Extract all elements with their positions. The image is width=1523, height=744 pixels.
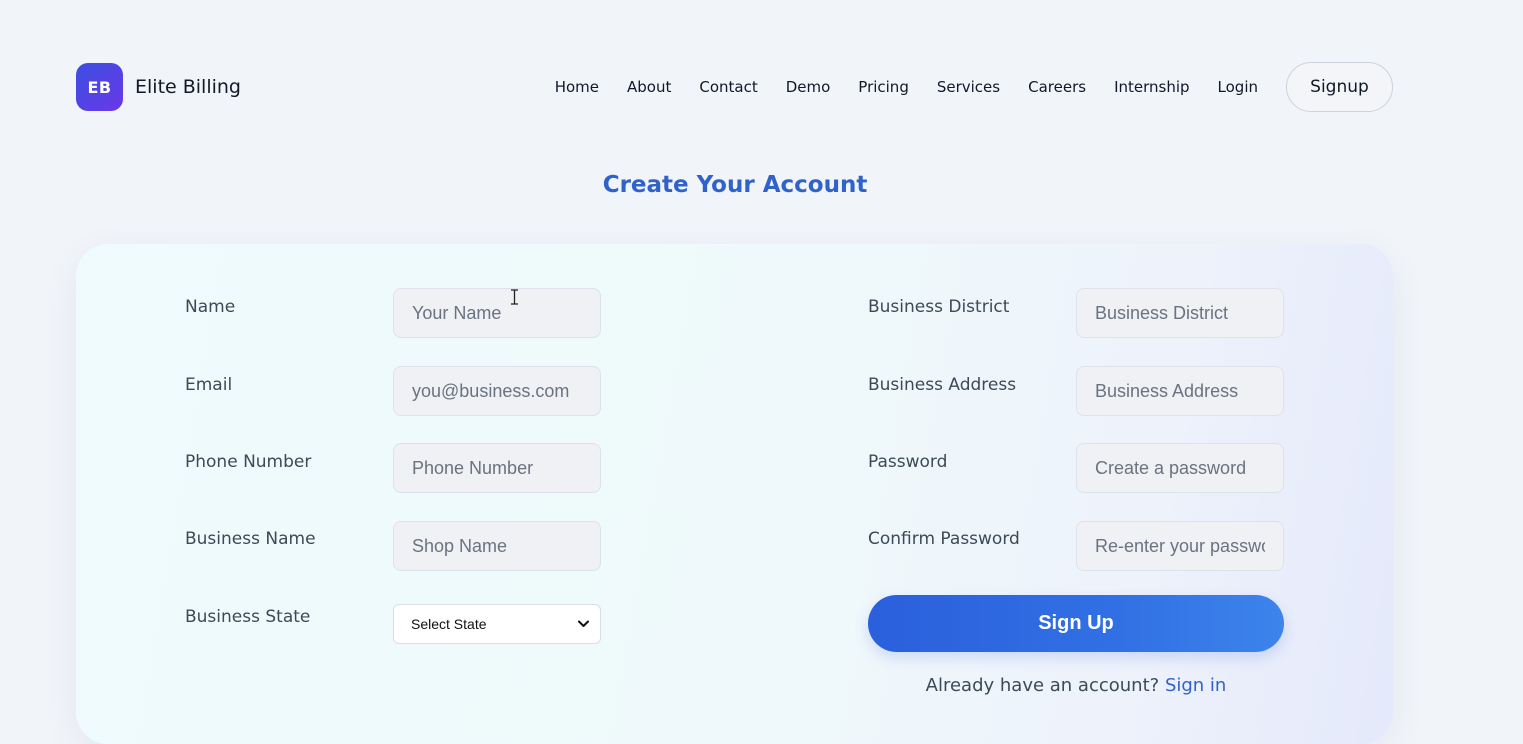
business-state-label: Business State	[185, 607, 311, 627]
chevron-down-icon	[576, 617, 590, 631]
address-label: Business Address	[868, 375, 1017, 395]
logo-badge: EB	[76, 63, 123, 111]
password-label: Password	[868, 452, 948, 472]
email-label: Email	[185, 375, 233, 395]
sign-up-button[interactable]: Sign Up	[868, 595, 1284, 652]
nav-careers[interactable]: Careers	[1028, 78, 1086, 96]
signin-prompt-text: Already have an account?	[925, 675, 1160, 696]
text-cursor-icon	[511, 289, 518, 305]
phone-label: Phone Number	[185, 452, 312, 472]
nav-home[interactable]: Home	[555, 78, 599, 96]
main-nav: Home About Contact Demo Pricing Services…	[555, 62, 1393, 112]
confirm-password-input[interactable]	[1076, 521, 1284, 571]
business-state-select[interactable]: Select State	[393, 604, 601, 644]
district-input[interactable]	[1076, 288, 1284, 338]
nav-services[interactable]: Services	[937, 78, 1000, 96]
email-input[interactable]	[393, 366, 601, 416]
address-input[interactable]	[1076, 366, 1284, 416]
confirm-password-label: Confirm Password	[868, 529, 1020, 549]
nav-demo[interactable]: Demo	[786, 78, 831, 96]
phone-input[interactable]	[393, 443, 601, 493]
business-name-label: Business Name	[185, 529, 316, 549]
name-label: Name	[185, 297, 236, 317]
brand-name: Elite Billing	[135, 76, 241, 98]
nav-internship[interactable]: Internship	[1114, 78, 1189, 96]
name-input[interactable]	[393, 288, 601, 338]
header: EB Elite Billing Home About Contact Demo…	[0, 0, 1523, 175]
district-label: Business District	[868, 297, 1010, 317]
business-name-input[interactable]	[393, 521, 601, 571]
nav-about[interactable]: About	[627, 78, 671, 96]
state-select-value: Select State	[411, 616, 487, 632]
nav-signup-button[interactable]: Signup	[1286, 62, 1393, 112]
nav-pricing[interactable]: Pricing	[858, 78, 909, 96]
page-title: Create Your Account	[602, 172, 868, 198]
signin-prompt: Already have an account? Sign in	[868, 675, 1284, 696]
nav-login[interactable]: Login	[1218, 78, 1258, 96]
password-input[interactable]	[1076, 443, 1284, 493]
nav-contact[interactable]: Contact	[699, 78, 757, 96]
brand-logo[interactable]: EB Elite Billing	[76, 63, 241, 111]
signin-link[interactable]: Sign in	[1165, 675, 1226, 696]
